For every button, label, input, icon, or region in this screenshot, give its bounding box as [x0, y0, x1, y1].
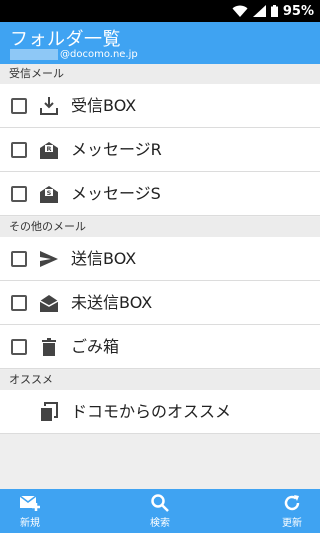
new-mail-label: 新規: [20, 517, 40, 529]
folder-label: メッセージR: [71, 140, 162, 159]
section-header-recommend: オススメ: [0, 370, 320, 390]
compose-mail-icon: [19, 494, 41, 514]
envelope-open-icon: [38, 292, 60, 314]
search-label: 検索: [150, 517, 170, 529]
svg-text:S: S: [47, 189, 52, 197]
folder-row-inbox[interactable]: 受信BOX: [0, 84, 320, 128]
section-header-other: その他のメール: [0, 217, 320, 237]
folder-row-sent[interactable]: 送信BOX: [0, 237, 320, 281]
account-domain: @docomo.ne.jp: [60, 48, 138, 60]
refresh-icon: [283, 494, 301, 514]
folder-label: 未送信BOX: [71, 293, 153, 312]
wifi-icon: [232, 5, 248, 17]
trash-icon: [38, 336, 60, 358]
checkbox[interactable]: [11, 295, 27, 311]
folder-label: 受信BOX: [71, 96, 137, 115]
folder-row-message-r[interactable]: R メッセージR: [0, 128, 320, 172]
folder-row-unsent[interactable]: 未送信BOX: [0, 281, 320, 325]
status-bar: 95%: [0, 0, 320, 22]
new-mail-button[interactable]: 新規: [0, 489, 60, 533]
battery-percent: 95%: [282, 3, 314, 19]
checkbox[interactable]: [11, 186, 27, 202]
checkbox[interactable]: [11, 98, 27, 114]
svg-text:R: R: [46, 145, 51, 153]
folder-row-message-s[interactable]: S メッセージS: [0, 172, 320, 216]
refresh-button[interactable]: 更新: [262, 489, 320, 533]
checkbox[interactable]: [11, 251, 27, 267]
folder-label: ドコモからのオススメ: [71, 402, 232, 421]
folder-label: 送信BOX: [71, 249, 137, 268]
refresh-label: 更新: [282, 517, 302, 529]
signal-icon: [252, 5, 266, 17]
envelope-s-icon: S: [38, 183, 60, 205]
section-header-inbox: 受信メール: [0, 64, 320, 84]
copy-icon: [38, 401, 60, 423]
envelope-r-icon: R: [38, 139, 60, 161]
folder-row-trash[interactable]: ごみ箱: [0, 325, 320, 369]
search-button[interactable]: 検索: [130, 489, 190, 533]
inbox-download-icon: [38, 95, 60, 117]
send-icon: [38, 248, 60, 270]
account-name-masked: [10, 48, 58, 60]
folder-row-docomo-recommend[interactable]: ドコモからのオススメ: [0, 390, 320, 434]
search-icon: [151, 493, 169, 514]
app-header: フォルダ一覧 @docomo.ne.jp: [0, 22, 320, 64]
account-address: @docomo.ne.jp: [10, 47, 138, 61]
checkbox[interactable]: [11, 142, 27, 158]
battery-icon: [270, 5, 278, 17]
folder-label: ごみ箱: [71, 337, 120, 356]
folder-label: メッセージS: [71, 184, 161, 203]
checkbox[interactable]: [11, 339, 27, 355]
bottom-toolbar: 新規 検索 更新: [0, 489, 320, 533]
